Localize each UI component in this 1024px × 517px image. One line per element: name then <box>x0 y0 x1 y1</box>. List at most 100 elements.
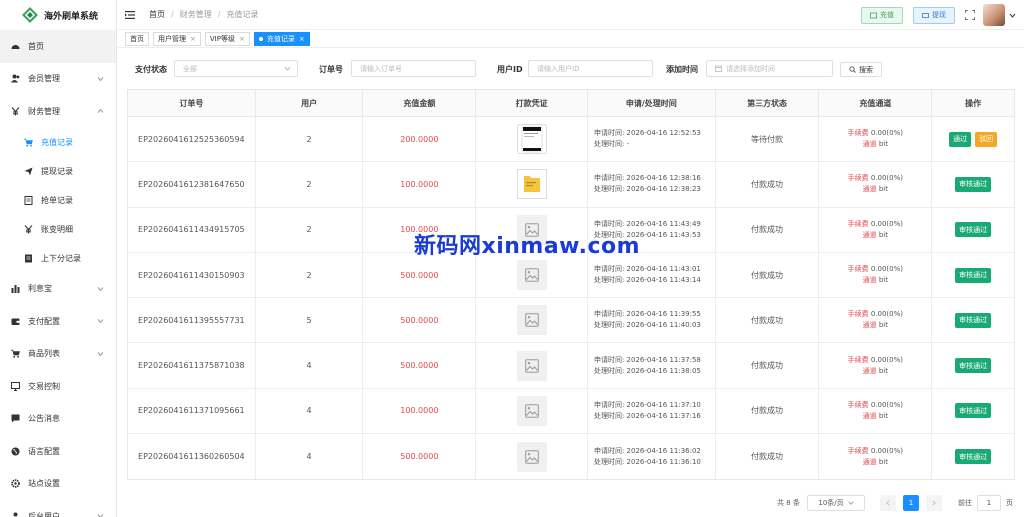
third-party-status: 等待付款 <box>716 117 820 162</box>
breadcrumb-home[interactable]: 首页 <box>149 9 165 20</box>
approve-button[interactable]: 审核通过 <box>955 358 992 374</box>
approve-button[interactable]: 审核通过 <box>955 267 992 283</box>
uid-input[interactable]: 请输入用户ID <box>528 60 653 77</box>
tab-home[interactable]: 首页 <box>125 31 149 46</box>
close-icon[interactable]: × <box>239 35 245 43</box>
menu-fold-icon[interactable] <box>125 10 135 20</box>
third-party-status: 付款成功 <box>716 388 820 434</box>
tab-vip-level[interactable]: VIP等级 × <box>204 31 250 46</box>
sidebar-subitem-1[interactable]: 提现记录 <box>0 157 116 186</box>
voucher-cell <box>476 162 588 207</box>
prev-page-button[interactable] <box>880 495 896 511</box>
reject-button[interactable]: 驳回 <box>975 131 998 147</box>
sidebar-item-0[interactable]: 首页 <box>0 30 116 63</box>
time-picker[interactable]: 请选择添加时间 <box>706 60 833 77</box>
status-select[interactable]: 全部 <box>174 60 298 77</box>
header-voucher: 打款凭证 <box>476 90 588 116</box>
avatar[interactable] <box>983 4 1005 26</box>
sidebar-subitem-2[interactable]: 抢单记录 <box>0 186 116 215</box>
voucher-placeholder-image[interactable] <box>516 260 547 291</box>
channel-label: 通道 <box>862 321 877 330</box>
process-time: 处理时间: 2026-04-16 12:38:23 <box>593 185 701 194</box>
logo[interactable]: 海外刷单系统 <box>0 0 116 30</box>
channel-value: bit <box>878 366 888 375</box>
approve-button[interactable]: 审核通过 <box>955 176 992 192</box>
recharge-button[interactable]: 充值 <box>861 6 903 24</box>
close-icon[interactable]: × <box>190 35 196 43</box>
tab-user-management[interactable]: 用户管理 × <box>153 31 201 46</box>
sidebar-item-8[interactable]: 语言配置 <box>0 435 116 468</box>
order-number: EP2026041612381647650 <box>128 162 256 207</box>
breadcrumb-finance[interactable]: 财务管理 <box>180 9 212 20</box>
order-input[interactable]: 请输入订单号 <box>351 60 476 77</box>
next-page-button[interactable] <box>926 495 942 511</box>
channel-cell: 手续费 0.00(0%) 通道 bit <box>819 298 933 343</box>
goto-page-input[interactable]: 1 <box>977 495 1001 511</box>
channel-cell: 手续费 0.00(0%) 通道 bit <box>819 162 933 207</box>
voucher-placeholder-image[interactable] <box>516 305 547 336</box>
send-icon <box>24 167 33 176</box>
apply-time: 申请时间: 2026-04-16 11:43:01 <box>593 265 701 274</box>
sidebar-subitem-4[interactable]: 上下分记录 <box>0 244 116 273</box>
sidebar-item-label: 利息宝 <box>28 284 52 294</box>
actions-cell: 通过 驳回 <box>932 117 1014 161</box>
approve-button[interactable]: 通过 <box>949 131 972 147</box>
sidebar-item-7[interactable]: 公告消息 <box>0 403 116 436</box>
sidebar-item-1[interactable]: 会员管理 <box>0 63 116 96</box>
approve-button[interactable]: 审核通过 <box>955 222 992 238</box>
fee-value: 0.00(0%) <box>870 129 903 138</box>
sidebar-item-6[interactable]: 交易控制 <box>0 370 116 403</box>
sidebar-subitem-label: 提现记录 <box>41 166 73 176</box>
channel-label: 通道 <box>862 457 877 466</box>
voucher-image[interactable] <box>516 169 547 200</box>
sidebar-item-9[interactable]: 站点设置 <box>0 468 116 501</box>
process-time: 处理时间: 2026-04-16 11:43:14 <box>593 276 701 285</box>
page-1-button[interactable]: 1 <box>903 495 919 511</box>
fee-value: 0.00(0%) <box>870 310 903 319</box>
page-size-select[interactable]: 10条/页 <box>807 495 865 511</box>
tab-recharge-records[interactable]: 充值记录 × <box>253 31 310 46</box>
close-icon[interactable]: × <box>299 35 305 43</box>
recharge-amount: 100.0000 <box>363 162 477 207</box>
sidebar-item-4[interactable]: 支付配置 <box>0 305 116 338</box>
user-id: 2 <box>256 252 364 298</box>
third-party-status: 付款成功 <box>716 207 820 252</box>
voucher-placeholder-image[interactable] <box>516 441 547 472</box>
third-party-status: 付款成功 <box>716 434 820 480</box>
withdraw-button[interactable]: 提现 <box>913 6 955 24</box>
voucher-placeholder-image[interactable] <box>516 395 547 426</box>
user-id: 2 <box>256 117 364 162</box>
image-placeholder-icon <box>524 268 539 282</box>
sidebar-item-label: 公告消息 <box>28 414 60 424</box>
sidebar-item-3[interactable]: 利息宝 <box>0 273 116 306</box>
sidebar-subitem-0[interactable]: 充值记录 <box>0 128 116 157</box>
sidebar-item-label: 站点设置 <box>28 479 60 489</box>
voucher-placeholder-image[interactable] <box>516 350 547 381</box>
order-number: EP2026041611360260504 <box>128 434 256 480</box>
channel-label: 通道 <box>862 140 877 149</box>
fullscreen-icon[interactable] <box>965 10 975 20</box>
table-row: EP2026041612525360594 2 200.0000 申请时间: 2026… <box>128 117 1014 163</box>
user-id: 2 <box>256 162 364 207</box>
order-number: EP2026041611430150903 <box>128 252 256 298</box>
user-icon <box>11 512 20 517</box>
user-id: 5 <box>256 298 364 343</box>
channel-value: bit <box>878 230 888 239</box>
sidebar-item-5[interactable]: 商品列表 <box>0 338 116 371</box>
search-button[interactable]: 搜索 <box>840 62 882 77</box>
table-row: EP2026041611375871038 4 500.0000 申请时间: 2026… <box>128 343 1014 389</box>
channel-value: bit <box>878 185 888 194</box>
clipboard-icon <box>24 195 33 205</box>
recharge-amount: 100.0000 <box>363 388 477 434</box>
sidebar-item-2[interactable]: 财务管理 <box>0 95 116 128</box>
cart-icon <box>24 138 33 147</box>
logo-icon <box>22 7 38 23</box>
fee-label: 手续费 <box>847 400 869 409</box>
approve-button[interactable]: 审核通过 <box>955 403 992 419</box>
approve-button[interactable]: 审核通过 <box>955 312 992 328</box>
sidebar-item-10[interactable]: 后台用户 <box>0 500 116 517</box>
sidebar-subitem-3[interactable]: 账变明细 <box>0 215 116 244</box>
voucher-image[interactable] <box>516 124 547 155</box>
chevron-down-icon[interactable] <box>1009 12 1016 19</box>
approve-button[interactable]: 审核通过 <box>955 449 992 465</box>
